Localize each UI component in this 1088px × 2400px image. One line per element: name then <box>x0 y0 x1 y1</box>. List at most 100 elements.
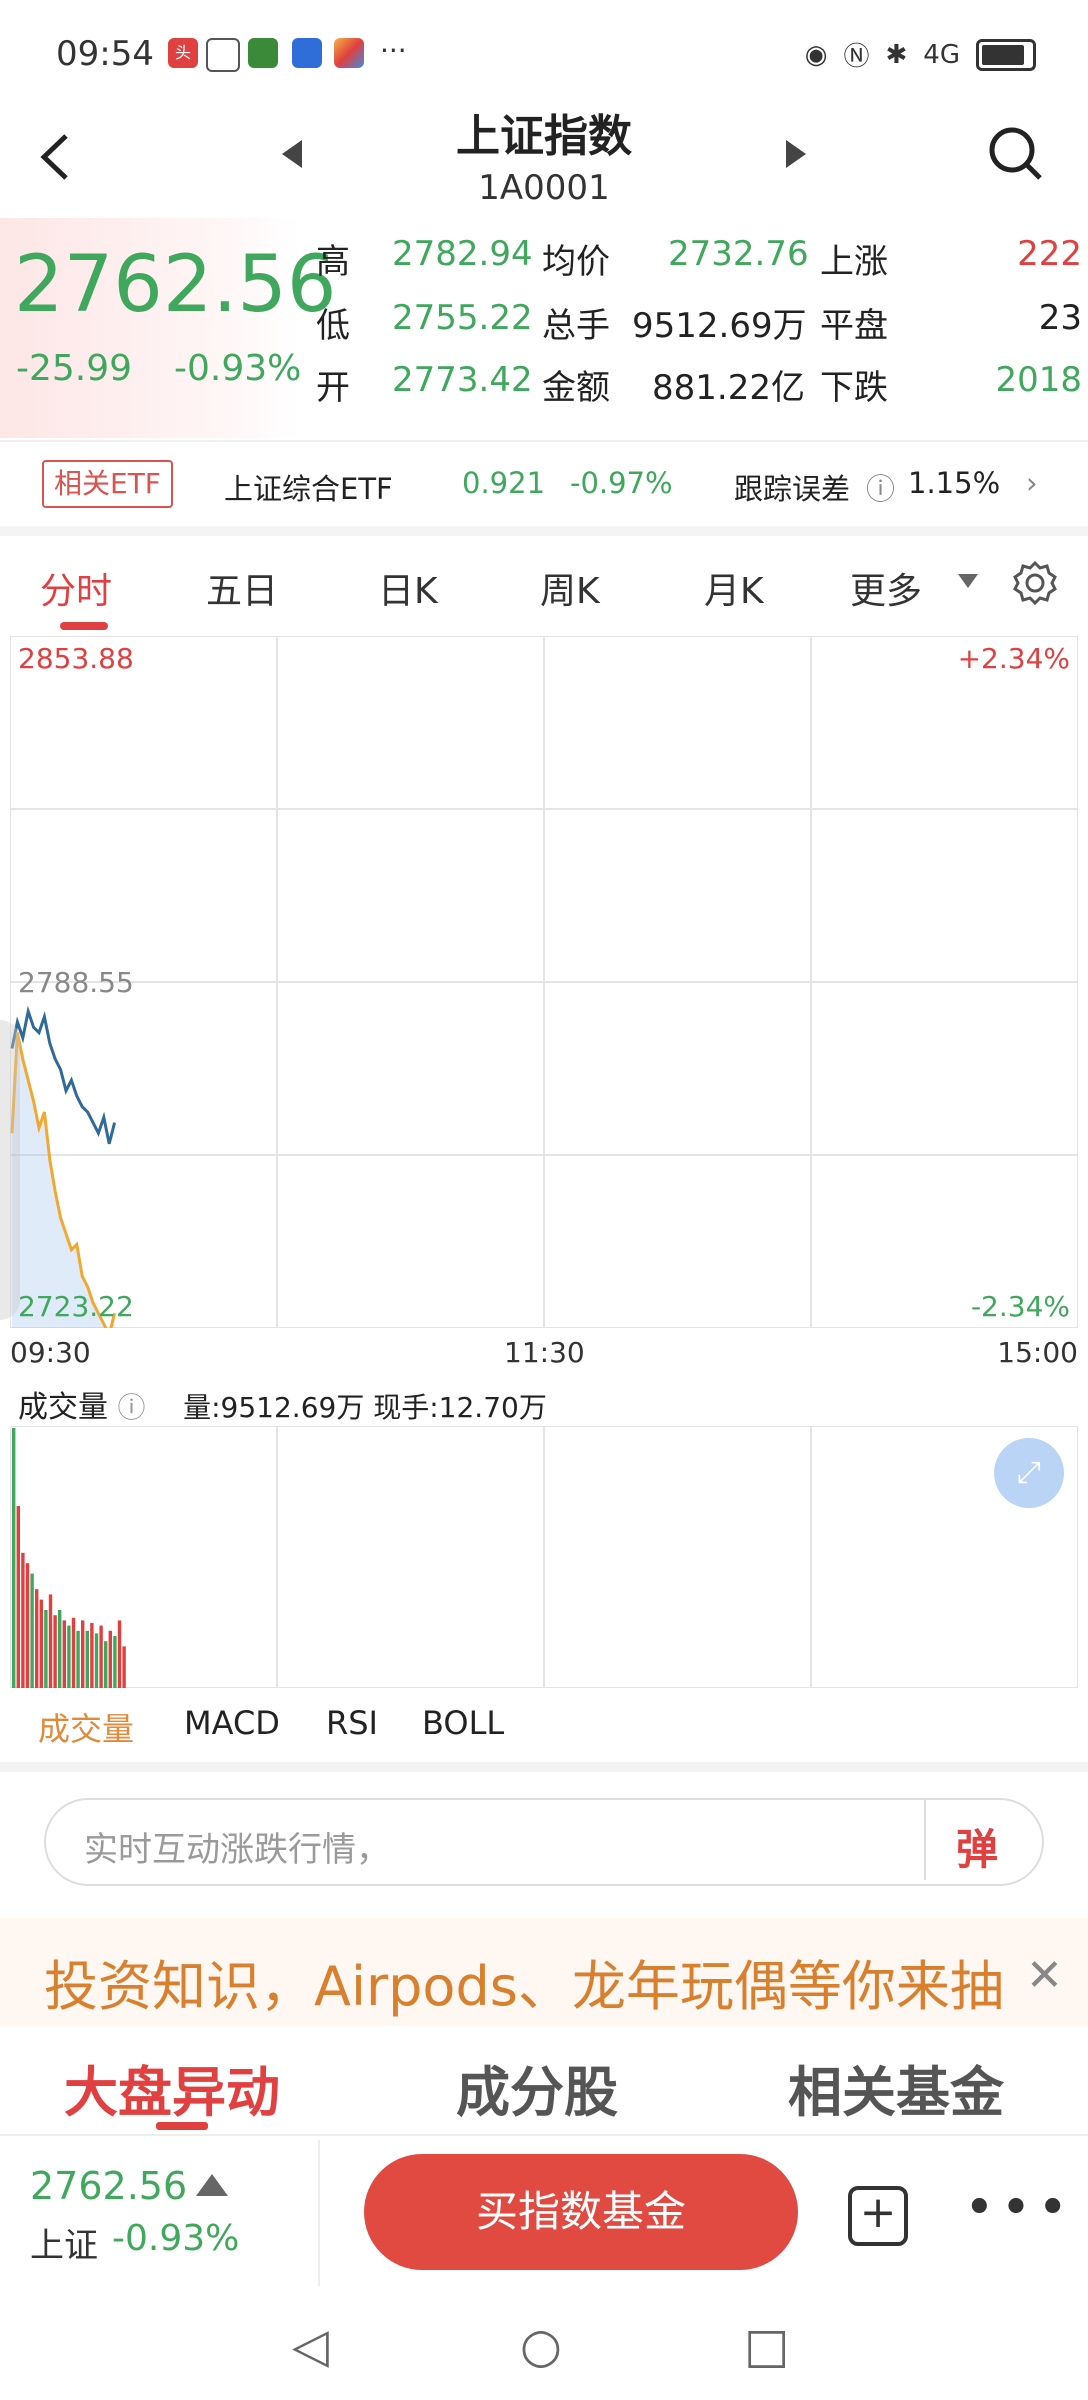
volume-bar <box>104 1641 108 1688</box>
bottom-price: 2762.56 <box>30 2164 188 2208</box>
volume-title: 成交量 ⓘ 量:9512.69万 现手:12.70万 <box>18 1382 547 1426</box>
tab-weekly-k[interactable]: 周K <box>540 562 600 614</box>
app-icon-2 <box>334 38 364 68</box>
volume-bar <box>25 1563 30 1688</box>
etf-pct: -0.97% <box>570 466 673 500</box>
etf-name[interactable]: 上证综合ETF <box>224 466 393 508</box>
chart-high-label: 2853.88 <box>18 642 134 675</box>
high-value: 2782.94 <box>392 234 533 274</box>
dropdown-icon[interactable] <box>958 574 978 588</box>
time-end: 15:00 <box>997 1336 1078 1369</box>
comment-divider <box>924 1800 926 1880</box>
fullscreen-button[interactable]: ⤢ <box>994 1438 1064 1508</box>
etf-badge[interactable]: 相关ETF <box>42 460 173 508</box>
volume-bar <box>53 1615 57 1688</box>
etf-price: 0.921 <box>462 466 546 500</box>
promo-text[interactable]: 投资知识，Airpods、龙年玩偶等你来抽 <box>44 1942 1004 2021</box>
price-change-pct: -0.93% <box>174 348 302 389</box>
volume-bar <box>21 1552 25 1688</box>
indicator-macd[interactable]: MACD <box>184 1704 280 1742</box>
low-label: 低 <box>316 306 350 346</box>
chart-low-pct: -2.34% <box>970 1290 1070 1323</box>
nav-recents-icon[interactable]: □ <box>744 2318 789 2374</box>
bottom-pct: -0.93% <box>112 2218 240 2259</box>
danmaku-button[interactable]: 弹 <box>956 1816 998 1877</box>
add-watchlist-button[interactable]: + <box>848 2186 908 2246</box>
side-drawer-handle[interactable] <box>0 1020 20 1320</box>
status-right-icons: ◉ Ⓝ ✱ 4G <box>805 36 1036 73</box>
tab-monthly-k[interactable]: 月K <box>704 562 764 614</box>
avg-label: 均价 <box>542 242 610 282</box>
advance-label: 上涨 <box>820 242 888 282</box>
tab-five-day[interactable]: 五日 <box>206 562 278 614</box>
volume-bar <box>108 1630 112 1688</box>
tab-more[interactable]: 更多 <box>850 562 922 614</box>
tab-related-funds[interactable]: 相关基金 <box>788 2048 1004 2127</box>
volume-bar <box>76 1630 80 1688</box>
info-icon[interactable]: ⓘ <box>866 466 895 508</box>
volume-bars <box>12 1428 126 1688</box>
help-icon[interactable]: ⓘ <box>118 1391 146 1424</box>
volume-chart[interactable] <box>10 1426 1078 1688</box>
decline-count: 2018 <box>995 360 1082 400</box>
close-icon[interactable]: ✕ <box>1026 1950 1063 2001</box>
section-divider <box>0 526 1088 536</box>
search-button[interactable] <box>986 124 1046 188</box>
gear-icon <box>1013 560 1057 606</box>
more-options-button[interactable]: ••• <box>964 2178 1074 2238</box>
settings-button[interactable] <box>1012 560 1058 610</box>
flat-label: 平盘 <box>820 306 888 346</box>
chevron-right-icon[interactable]: › <box>1026 466 1038 500</box>
news-app-icon: 头条 <box>168 38 198 92</box>
buy-index-fund-button[interactable]: 买指数基金 <box>364 2154 798 2270</box>
amount-value: 881.22亿 <box>652 368 805 408</box>
bluetooth-icon: ✱ <box>885 39 908 70</box>
bottom-divider <box>0 2134 1088 2136</box>
amount-label: 金额 <box>542 368 610 408</box>
next-index-button[interactable] <box>786 140 806 168</box>
volume-bar <box>35 1589 39 1688</box>
volume-bar <box>113 1636 117 1688</box>
chart-high-pct: +2.34% <box>957 642 1070 675</box>
tracking-error-label: 跟踪误差 <box>734 472 851 506</box>
volume-bar <box>67 1625 71 1688</box>
indicator-boll[interactable]: BOLL <box>422 1704 504 1742</box>
volume-bar <box>30 1573 34 1688</box>
volume-bar <box>90 1623 94 1688</box>
tracking-error-value: 1.15% <box>908 466 1001 500</box>
volume-bar <box>62 1620 66 1688</box>
search-icon <box>989 127 1042 180</box>
volume-bar <box>94 1633 99 1688</box>
flat-count: 23 <box>1038 298 1082 338</box>
indicator-volume[interactable]: 成交量 <box>38 1704 134 1750</box>
bottom-separator <box>318 2140 320 2286</box>
volume-bar <box>99 1625 103 1688</box>
volume-bar <box>81 1620 85 1688</box>
nfc-icon: Ⓝ <box>843 42 870 72</box>
volume-bar <box>44 1610 48 1688</box>
index-code: 1A0001 <box>478 168 610 208</box>
chart-mid-label: 2788.55 <box>18 966 134 999</box>
indicator-rsi[interactable]: RSI <box>326 1704 378 1742</box>
section-divider-2 <box>0 1762 1088 1772</box>
tab-market-moves[interactable]: 大盘异动 <box>64 2048 280 2127</box>
divider <box>0 440 1088 442</box>
intraday-chart[interactable] <box>10 636 1078 1328</box>
tab-intraday[interactable]: 分时 <box>40 562 112 614</box>
tab-constituents[interactable]: 成分股 <box>456 2048 618 2127</box>
app-icon <box>248 38 278 68</box>
volume-title-text: 成交量 <box>18 1390 108 1425</box>
nav-home-icon[interactable]: ○ <box>520 2318 562 2374</box>
nav-back-icon[interactable]: ◁ <box>292 2318 329 2374</box>
eye-icon: ◉ <box>804 39 828 70</box>
status-time: 09:54 <box>56 34 154 74</box>
decline-label: 下跌 <box>820 368 888 408</box>
expand-up-icon[interactable] <box>196 2174 228 2196</box>
volume-bar <box>16 1506 20 1688</box>
tab-daily-k[interactable]: 日K <box>378 562 438 614</box>
open-label: 开 <box>316 368 350 408</box>
signal-icon: 4G <box>923 39 960 70</box>
volume-info: 量:9512.69万 现手:12.70万 <box>183 1391 547 1424</box>
high-label: 高 <box>316 242 350 282</box>
volume-bar <box>12 1428 16 1688</box>
